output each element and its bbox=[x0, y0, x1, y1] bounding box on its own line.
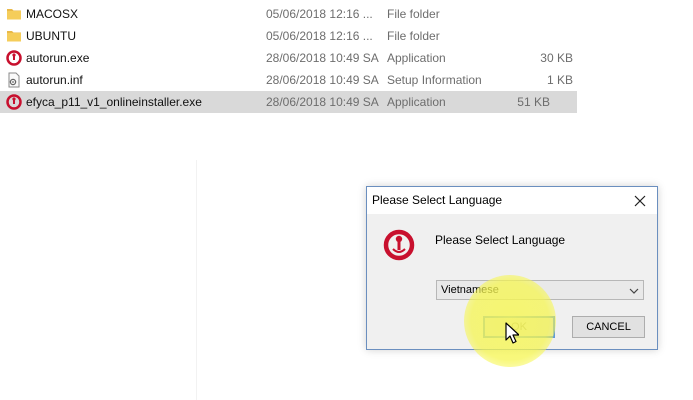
file-list: MACOSX 05/06/2018 12:16 ... File folder … bbox=[0, 3, 600, 113]
app-logo-icon bbox=[6, 94, 22, 110]
file-type: Setup Information bbox=[387, 73, 482, 87]
file-row-efyca-installer[interactable]: efyca_p11_v1_onlineinstaller.exe 28/06/2… bbox=[0, 91, 577, 113]
folder-icon bbox=[6, 6, 22, 22]
dialog-titlebar[interactable]: Please Select Language bbox=[367, 187, 657, 214]
file-name: autorun.exe bbox=[26, 51, 90, 65]
cancel-button[interactable]: CANCEL bbox=[572, 316, 645, 338]
folder-icon bbox=[6, 28, 22, 44]
file-date: 28/06/2018 10:49 SA bbox=[266, 95, 379, 109]
file-row-ubuntu[interactable]: UBUNTU 05/06/2018 12:16 ... File folder bbox=[0, 25, 600, 47]
language-dialog: Please Select Language Please Select Lan… bbox=[366, 186, 658, 350]
file-row-autorun-inf[interactable]: autorun.inf 28/06/2018 10:49 SA Setup In… bbox=[0, 69, 600, 91]
dialog-prompt: Please Select Language bbox=[435, 233, 566, 247]
language-select-value: Vietnamese bbox=[441, 284, 499, 296]
settings-file-icon bbox=[6, 72, 22, 88]
file-name: efyca_p11_v1_onlineinstaller.exe bbox=[26, 95, 202, 109]
file-type: File folder bbox=[387, 29, 440, 43]
file-name: autorun.inf bbox=[26, 73, 83, 87]
divider bbox=[196, 160, 197, 400]
file-name: MACOSX bbox=[26, 7, 79, 21]
file-size: 51 KB bbox=[517, 95, 550, 109]
file-date: 28/06/2018 10:49 SA bbox=[266, 73, 379, 87]
file-type: Application bbox=[387, 51, 446, 65]
file-row-autorun-exe[interactable]: autorun.exe 28/06/2018 10:49 SA Applicat… bbox=[0, 47, 600, 69]
file-name: UBUNTU bbox=[26, 29, 76, 43]
language-select[interactable]: Vietnamese bbox=[436, 280, 644, 300]
ok-button[interactable]: OK bbox=[483, 316, 555, 338]
dialog-title: Please Select Language bbox=[372, 193, 503, 207]
file-date: 05/06/2018 12:16 ... bbox=[266, 7, 373, 21]
file-date: 05/06/2018 12:16 ... bbox=[266, 29, 373, 43]
file-date: 28/06/2018 10:49 SA bbox=[266, 51, 379, 65]
file-type: Application bbox=[387, 95, 446, 109]
close-button[interactable] bbox=[623, 187, 657, 214]
file-type: File folder bbox=[387, 7, 440, 21]
app-logo-icon bbox=[383, 229, 415, 261]
file-size: 30 KB bbox=[540, 51, 573, 65]
close-icon bbox=[634, 195, 646, 206]
chevron-down-icon bbox=[629, 288, 639, 294]
app-logo-icon bbox=[6, 50, 22, 66]
file-size: 1 KB bbox=[546, 73, 573, 87]
file-row-macosx[interactable]: MACOSX 05/06/2018 12:16 ... File folder bbox=[0, 3, 600, 25]
